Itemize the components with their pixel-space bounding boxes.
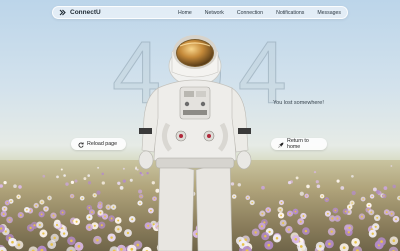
error-page: 404 xyxy=(0,0,400,251)
nav-connection-link[interactable]: Connection xyxy=(237,10,263,16)
return-home-button[interactable]: Return to home xyxy=(271,138,327,150)
astronaut-illustration xyxy=(138,35,252,251)
brand-name: ConnectU xyxy=(70,9,101,16)
error-message: You lost somewhere! xyxy=(273,100,324,106)
nav-links: Home Network Connection Notifications Me… xyxy=(178,10,341,16)
nav-home-link[interactable]: Home xyxy=(178,10,192,16)
connectu-logo-icon xyxy=(59,9,67,17)
reload-page-button[interactable]: Reload page xyxy=(71,138,126,150)
return-home-label: Return to home xyxy=(287,138,309,150)
reload-page-label: Reload page xyxy=(87,141,118,147)
top-navbar: ConnectU Home Network Connection Notific… xyxy=(52,6,348,19)
brand[interactable]: ConnectU xyxy=(59,9,101,17)
rocket-icon xyxy=(278,135,284,153)
nav-messages-link[interactable]: Messages xyxy=(317,10,341,16)
nav-notifications-link[interactable]: Notifications xyxy=(276,10,304,16)
nav-network-link[interactable]: Network xyxy=(205,10,224,16)
refresh-icon xyxy=(78,135,84,153)
